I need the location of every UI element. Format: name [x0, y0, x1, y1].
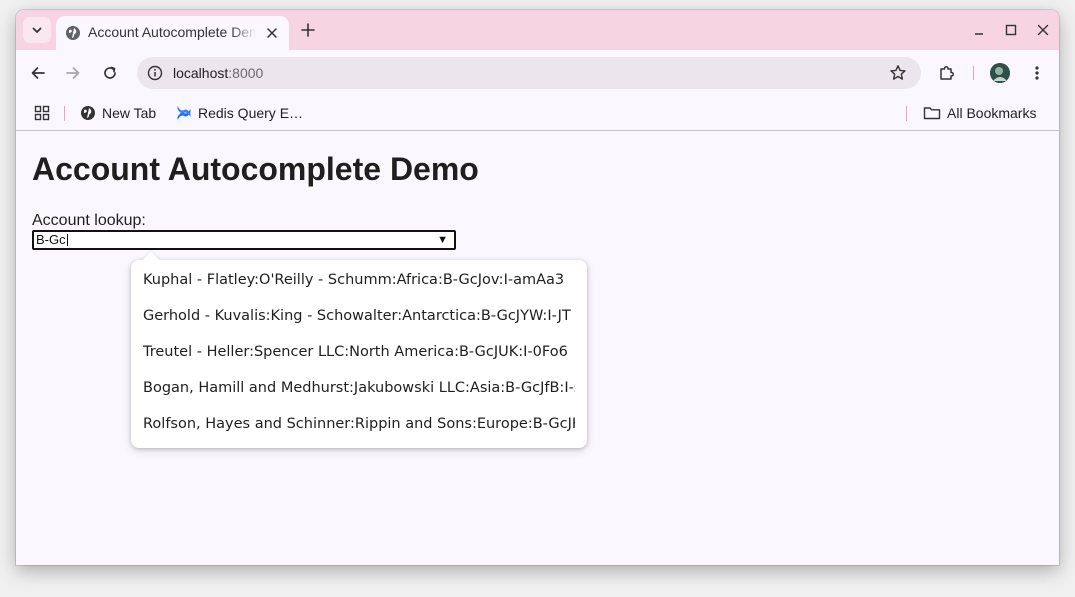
bookmark-label: Redis Query E…: [198, 105, 304, 121]
chevron-down-icon: [32, 27, 42, 33]
profile-avatar[interactable]: [990, 63, 1010, 83]
info-icon[interactable]: [147, 65, 163, 81]
browser-toolbar: localhost:8000: [16, 50, 1059, 96]
dropdown-arrow-icon[interactable]: ▼: [437, 233, 448, 247]
more-vert-icon: [1035, 66, 1039, 80]
extensions-button[interactable]: [936, 62, 958, 84]
reload-button[interactable]: [99, 62, 121, 84]
text-caret: [67, 234, 68, 246]
browser-window: Account Autocomplete Demo localhost:8000…: [16, 10, 1059, 565]
apps-grid-icon[interactable]: [34, 105, 50, 121]
close-icon: [1037, 24, 1049, 36]
popup-pointer: [142, 251, 160, 269]
bookmarks-bar: New Tab Redis Query E… All Bookmarks: [16, 96, 1059, 131]
avatar-image: [990, 63, 1010, 83]
tab-title: Account Autocomplete Demo: [88, 24, 256, 40]
new-tab-button[interactable]: [297, 19, 319, 41]
globe-icon: [66, 26, 80, 40]
suggestion-item[interactable]: Gerhold - Kuvalis:King - Schowalter:Anta…: [143, 305, 575, 327]
suggestion-item[interactable]: Treutel - Heller:Spencer LLC:North Ameri…: [143, 341, 575, 363]
suggestion-item[interactable]: Kuphal - Flatley:O'Reilly - Schumm:Afric…: [143, 269, 575, 291]
all-bookmarks-button[interactable]: All Bookmarks: [923, 103, 1036, 123]
back-button[interactable]: [27, 62, 49, 84]
tab-strip: Account Autocomplete Demo: [16, 10, 1059, 50]
all-bookmarks-label: All Bookmarks: [947, 105, 1037, 121]
tab-search-button[interactable]: [23, 17, 51, 43]
autocomplete-suggestions: Kuphal - Flatley:O'Reilly - Schumm:Afric…: [131, 251, 587, 448]
address-bar[interactable]: localhost:8000: [137, 57, 921, 89]
url-port: :8000: [228, 65, 264, 81]
suggestion-item[interactable]: Rolfson, Hayes and Schinner:Rippin and S…: [143, 413, 575, 435]
maximize-button[interactable]: [1001, 20, 1021, 40]
bookmark-redis-query[interactable]: Redis Query E…: [176, 103, 303, 123]
arrow-right-icon: [66, 67, 80, 79]
bookmark-new-tab[interactable]: New Tab: [80, 103, 156, 123]
url-host: localhost: [173, 65, 229, 81]
puzzle-icon: [940, 66, 954, 80]
suggestion-item[interactable]: Bogan, Hamill and Medhurst:Jakubowski LL…: [143, 377, 575, 399]
reload-icon: [104, 66, 116, 79]
menu-button[interactable]: [1026, 62, 1048, 84]
url-text[interactable]: localhost:8000: [173, 65, 263, 81]
star-icon[interactable]: [889, 64, 907, 82]
forward-button[interactable]: [62, 62, 84, 84]
page-title: Account Autocomplete Demo: [32, 151, 479, 187]
account-lookup-combobox[interactable]: ▼: [32, 230, 456, 250]
minimize-icon: [975, 33, 983, 35]
account-lookup-input[interactable]: [36, 232, 426, 248]
tab-active[interactable]: Account Autocomplete Demo: [56, 16, 289, 50]
bookmark-label: New Tab: [102, 105, 157, 121]
folder-icon: [923, 107, 941, 120]
toolbar-separator: [973, 66, 974, 80]
bookmark-separator: [64, 106, 65, 121]
maximize-icon: [1005, 24, 1017, 36]
close-window-button[interactable]: [1033, 20, 1053, 40]
globe-icon: [81, 106, 95, 120]
tab-close-button[interactable]: [263, 24, 281, 42]
bookmark-separator: [906, 106, 907, 121]
confluence-icon: [177, 106, 191, 120]
page-content: Account Autocomplete Demo Account lookup…: [16, 131, 1059, 565]
plus-icon: [301, 23, 315, 37]
close-icon: [267, 28, 277, 38]
minimize-button[interactable]: [969, 20, 989, 40]
account-lookup-label: Account lookup:: [32, 212, 146, 229]
arrow-left-icon: [31, 67, 45, 79]
